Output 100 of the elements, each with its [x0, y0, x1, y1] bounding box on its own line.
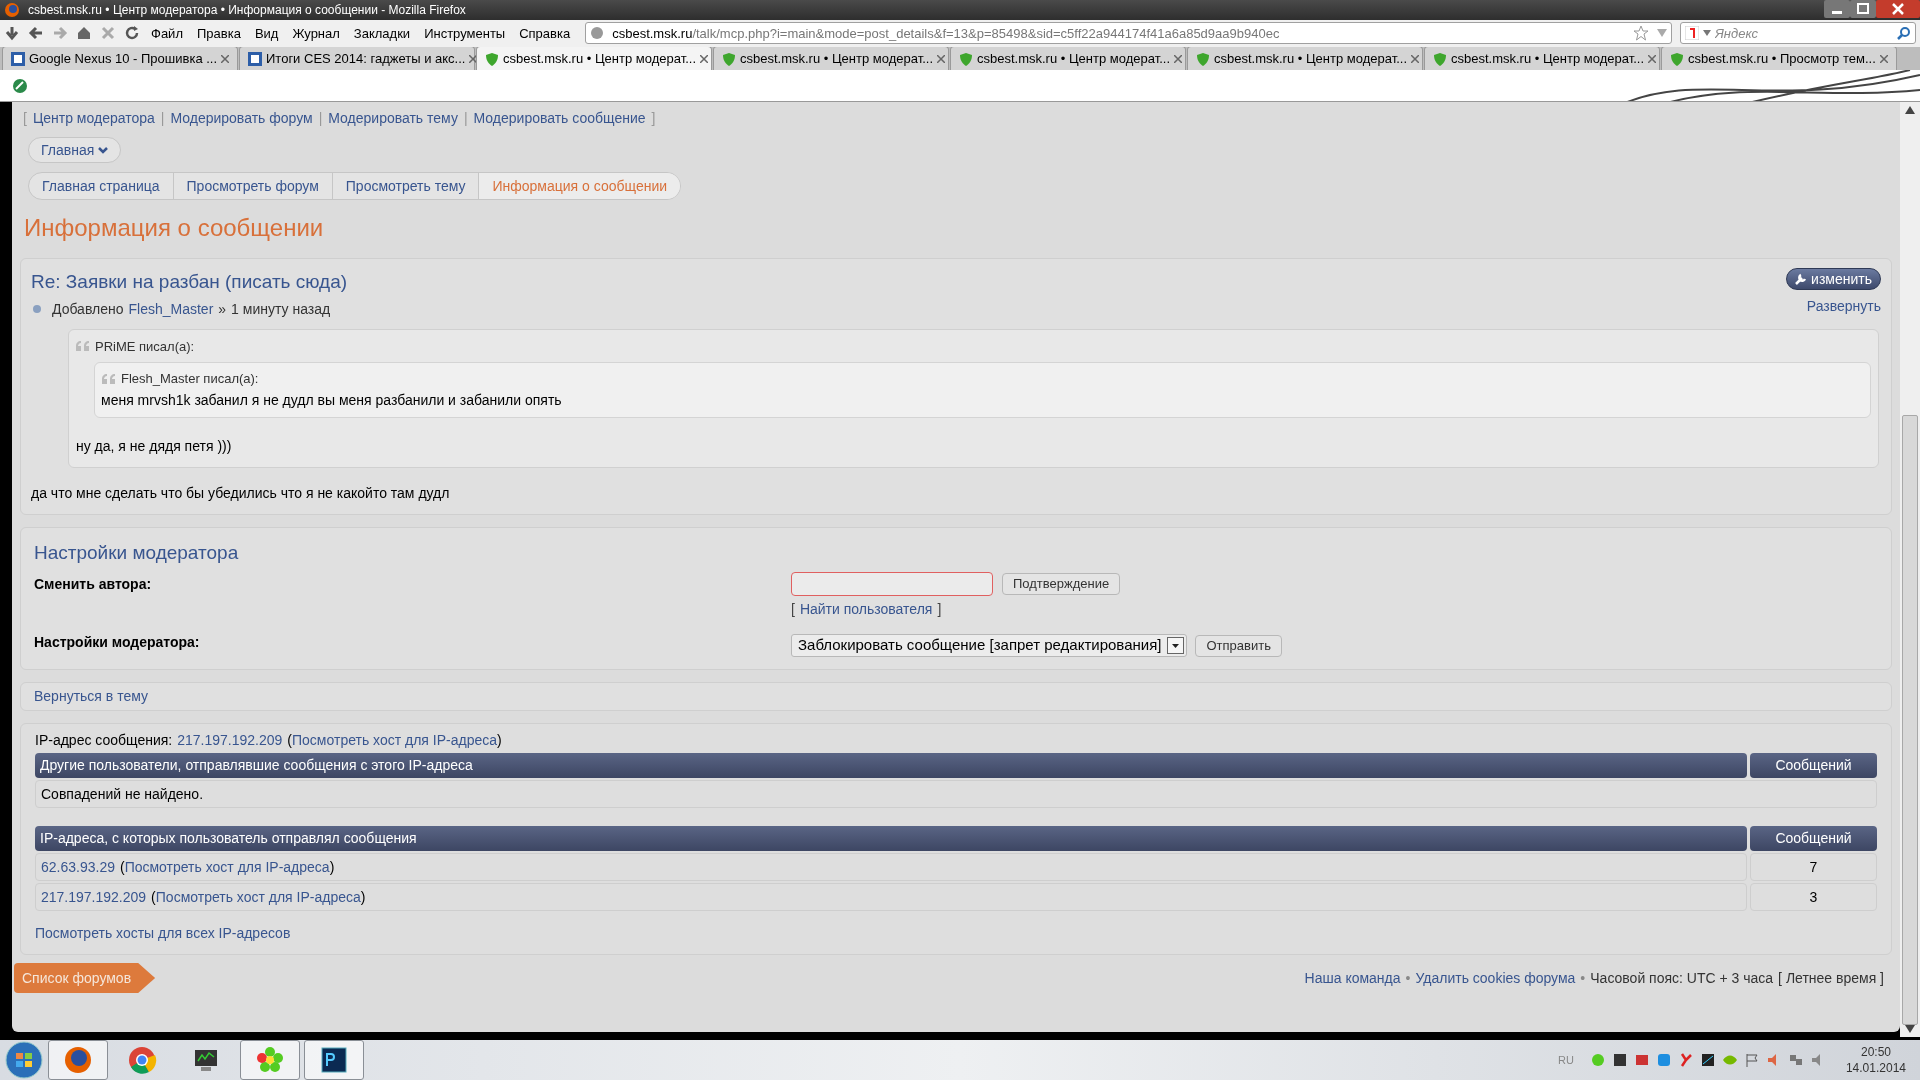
close-icon[interactable] — [1174, 54, 1182, 63]
quote-author: Flesh_Master писал(а): — [121, 370, 259, 388]
taskbar-button[interactable] — [304, 1040, 364, 1080]
footer-link[interactable]: Наша команда — [1304, 967, 1401, 989]
separator: | — [318, 109, 323, 128]
browser-tab[interactable]: csbest.msk.ru • Центр модерат... — [476, 46, 712, 71]
separator: | — [463, 109, 468, 128]
clock-time[interactable]: 20:50 — [1860, 1044, 1891, 1060]
table-header: Сообщений — [1750, 753, 1877, 778]
host-lookup-link[interactable]: Посмотреть хост для IP-адреса — [292, 730, 498, 751]
scroll-up-icon[interactable] — [1905, 106, 1915, 114]
browser-tab[interactable]: csbest.msk.ru • Центр модерат... — [713, 46, 949, 71]
all-hosts-link[interactable]: Посмотреть хосты для всех IP-адресов — [35, 923, 291, 944]
back-icon[interactable] — [4, 25, 20, 42]
firefox-icon — [63, 1045, 93, 1075]
ip-label: IP-адрес сообщения: — [35, 731, 173, 750]
menu-item[interactable]: Правка — [193, 23, 244, 44]
browser-tab[interactable]: csbest.msk.ru • Центр модерат... — [950, 46, 1186, 71]
home-dropdown[interactable]: Главная — [28, 137, 122, 163]
menu-item[interactable]: Вид — [251, 23, 282, 44]
menu-item[interactable]: Журнал — [289, 23, 343, 44]
nav-tab[interactable]: Просмотреть форум — [172, 173, 332, 199]
nav-tab[interactable]: Главная страница — [29, 173, 173, 199]
menu-item[interactable]: Закладки — [350, 23, 414, 44]
ip-address-link[interactable]: 217.197.192.209 — [41, 886, 147, 908]
clock-date[interactable]: 14.01.2014 — [1845, 1060, 1906, 1076]
return-link[interactable]: Вернуться в тему — [34, 686, 148, 707]
search-icon[interactable] — [1897, 26, 1911, 41]
moderation-select[interactable]: Заблокировать сообщение [запрет редактирования] — [791, 634, 1188, 657]
nav-link[interactable]: Модерировать форум — [170, 108, 313, 129]
start-orb-icon[interactable] — [4, 1040, 44, 1080]
find-user-link[interactable]: Найти пользователя — [799, 599, 933, 620]
quote-icon — [76, 341, 90, 352]
browser-tab[interactable]: csbest.msk.ru • Центр модерат... — [1187, 46, 1423, 71]
edit-button[interactable]: изменить — [1786, 268, 1881, 290]
browser-tab[interactable]: Итоги CES 2014: гаджеты и акс... — [239, 46, 475, 71]
menu-item[interactable]: Справка — [516, 23, 574, 44]
yandex-logo-icon — [1685, 26, 1699, 41]
home-icon[interactable] — [76, 25, 92, 42]
paren: ( — [151, 887, 156, 907]
close-icon[interactable] — [1880, 54, 1888, 63]
table-cell: 7 — [1750, 853, 1877, 881]
bullet-icon — [33, 305, 41, 313]
search-field[interactable]: Яндекс — [1715, 23, 1893, 44]
nav-link[interactable]: Модерировать сообщение — [473, 108, 646, 129]
post-meta-label: Добавлено — [52, 299, 124, 319]
ip-address-link[interactable]: 62.63.93.29 — [41, 856, 115, 878]
graph-icon[interactable] — [1699, 1052, 1716, 1068]
author-link[interactable]: Flesh_Master — [128, 298, 214, 320]
flag-icon[interactable] — [1743, 1052, 1760, 1068]
address-bar[interactable]: csbest.msk.ru/talk/mcp.php?i=main&mode=post_details&f=13&p=85498&sid=c5ff22a944174f41a6a85d9aa9b940ec — [585, 22, 1672, 45]
host-lookup-link[interactable]: Посмотреть хост для IP-адреса — [124, 856, 330, 878]
bracket: ] — [937, 600, 942, 619]
close-icon[interactable] — [1876, 0, 1920, 18]
menu-item[interactable]: Инструменты — [421, 23, 509, 44]
reload-icon[interactable] — [124, 25, 140, 42]
taskbar-button[interactable] — [48, 1040, 108, 1080]
nav-link[interactable]: Центр модератора — [32, 108, 155, 129]
footer-link[interactable]: Удалить cookies форума — [1415, 967, 1576, 989]
bracket: ] — [651, 109, 656, 128]
post-text: да что мне сделать что бы убедились что я не какойто там дудл — [31, 483, 451, 503]
ip-address-link[interactable]: 217.197.192.209 — [177, 730, 283, 751]
host-lookup-link[interactable]: Посмотреть хост для IP-адреса — [155, 886, 361, 908]
field-label: Сменить автора: — [34, 575, 153, 594]
stop-icon[interactable] — [100, 25, 116, 42]
expand-link[interactable]: Развернуть — [1806, 296, 1881, 317]
bookmark-star-icon[interactable] — [1633, 25, 1649, 42]
search-bar[interactable]: Яндекс — [1680, 22, 1916, 45]
post-title[interactable]: Re: Заявки на разбан (писать сюда) — [31, 268, 348, 297]
scrollbar-thumb[interactable] — [1902, 414, 1918, 1025]
bookmark-icon[interactable] — [12, 77, 28, 94]
confirm-button[interactable]: Подтверждение — [1002, 573, 1121, 595]
table-header: Другие пользователи, отправлявшие сообщения с этого IP-адреса — [35, 753, 1747, 778]
minimize-icon[interactable] — [1824, 0, 1850, 18]
author-input[interactable] — [791, 572, 993, 596]
close-icon[interactable] — [700, 54, 708, 63]
menu-item[interactable]: Файл — [148, 23, 186, 44]
browser-tab[interactable]: csbest.msk.ru • Центр модерат... — [1424, 46, 1660, 71]
window-title: csbest.msk.ru • Центр модератора • Информация о сообщении - Mozilla Firefox — [28, 1, 466, 19]
close-icon[interactable] — [469, 54, 478, 63]
close-icon[interactable] — [1411, 54, 1419, 63]
nav-link[interactable]: Модерировать тему — [328, 108, 458, 129]
quote-author: PRiME писал(а): — [95, 337, 195, 356]
browser-tab[interactable]: csbest.msk.ru • Просмотр тем... — [1661, 46, 1897, 71]
forward-icon[interactable] — [52, 25, 68, 42]
submit-button[interactable]: Отправить — [1195, 634, 1282, 657]
browser-tab[interactable]: Google Nexus 10 - Прошивка ... — [2, 46, 238, 71]
network-icon[interactable] — [1787, 1052, 1804, 1068]
close-icon[interactable] — [1648, 54, 1656, 63]
maximize-icon[interactable] — [1850, 0, 1876, 18]
footer-text: Часовой пояс: UTC + 3 часа — [1590, 968, 1774, 988]
table-header: IP-адреса, с которых пользователь отправлял сообщения — [35, 826, 1747, 851]
chrome-icon — [127, 1045, 157, 1075]
dropdown-caret-icon — [1703, 30, 1711, 37]
close-icon[interactable] — [937, 54, 945, 63]
globe-icon — [590, 26, 605, 41]
photoshop-icon — [319, 1045, 349, 1075]
back-arrow-icon[interactable] — [28, 25, 44, 42]
quote-icon — [102, 373, 116, 384]
close-icon[interactable] — [221, 54, 230, 63]
